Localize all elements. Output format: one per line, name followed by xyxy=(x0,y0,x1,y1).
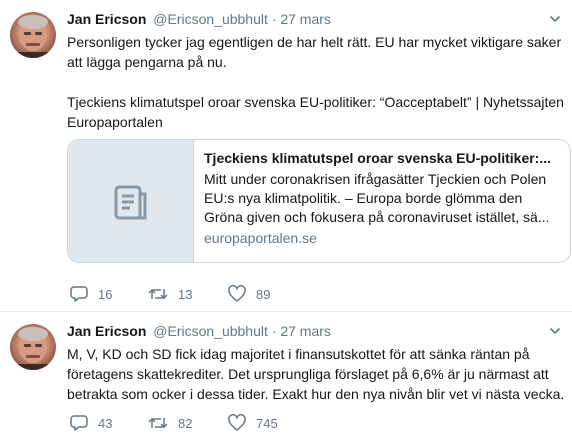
tweet-text: Personligen tycker jag egentligen de har… xyxy=(67,34,562,70)
retweet-button[interactable]: 82 xyxy=(148,414,192,432)
card-domain: europaportalen.se xyxy=(204,230,317,246)
reply-icon xyxy=(70,415,88,431)
tweet[interactable]: Jan Ericson @Ericson_ubbhult · 27 mars P… xyxy=(0,0,572,312)
heart-icon xyxy=(228,285,246,302)
like-count: 745 xyxy=(256,415,278,431)
tweet[interactable]: Jan Ericson @Ericson_ubbhult · 27 mars M… xyxy=(0,312,572,442)
tweet-date[interactable]: 27 mars xyxy=(280,323,331,339)
card-title: Tjeckiens klimatutspel oroar svenska EU-… xyxy=(204,150,552,166)
card-description: Mitt under coronakrisen ifrågasätter Tje… xyxy=(204,171,550,225)
author-name[interactable]: Jan Ericson xyxy=(67,11,146,27)
heart-icon xyxy=(228,414,246,431)
like-button[interactable]: 745 xyxy=(228,414,278,432)
retweet-button[interactable]: 13 xyxy=(148,285,192,303)
reply-count: 43 xyxy=(98,415,113,431)
tweet-header: Jan Ericson @Ericson_ubbhult · 27 mars xyxy=(67,322,331,340)
author-name[interactable]: Jan Ericson xyxy=(67,323,146,339)
reply-button[interactable]: 43 xyxy=(70,414,112,432)
tweet-text: M, V, KD och SD fick idag majoritet i fi… xyxy=(67,346,565,402)
author-handle[interactable]: @Ericson_ubbhult xyxy=(153,323,268,339)
chevron-down-icon[interactable] xyxy=(548,12,562,26)
avatar[interactable] xyxy=(10,12,56,58)
tweet-header: Jan Ericson @Ericson_ubbhult · 27 mars xyxy=(67,10,331,28)
retweet-icon xyxy=(148,288,168,300)
author-handle[interactable]: @Ericson_ubbhult xyxy=(153,11,268,27)
avatar[interactable] xyxy=(10,324,56,370)
link-card[interactable]: Tjeckiens klimatutspel oroar svenska EU-… xyxy=(67,139,571,263)
tweet-date[interactable]: 27 mars xyxy=(280,11,331,27)
separator: · xyxy=(271,11,277,27)
retweet-count: 13 xyxy=(178,286,193,302)
reply-count: 16 xyxy=(98,286,113,302)
separator: · xyxy=(271,323,277,339)
reply-icon xyxy=(70,286,88,302)
like-count: 89 xyxy=(256,286,271,302)
card-thumbnail xyxy=(68,140,194,262)
reply-button[interactable]: 16 xyxy=(70,285,112,303)
retweet-icon xyxy=(148,417,168,429)
tweet-link-text: Tjeckiens klimatutspel oroar svenska EU-… xyxy=(67,94,564,130)
document-icon xyxy=(114,185,147,220)
retweet-count: 82 xyxy=(178,415,193,431)
like-button[interactable]: 89 xyxy=(228,285,270,303)
chevron-down-icon[interactable] xyxy=(548,324,562,338)
